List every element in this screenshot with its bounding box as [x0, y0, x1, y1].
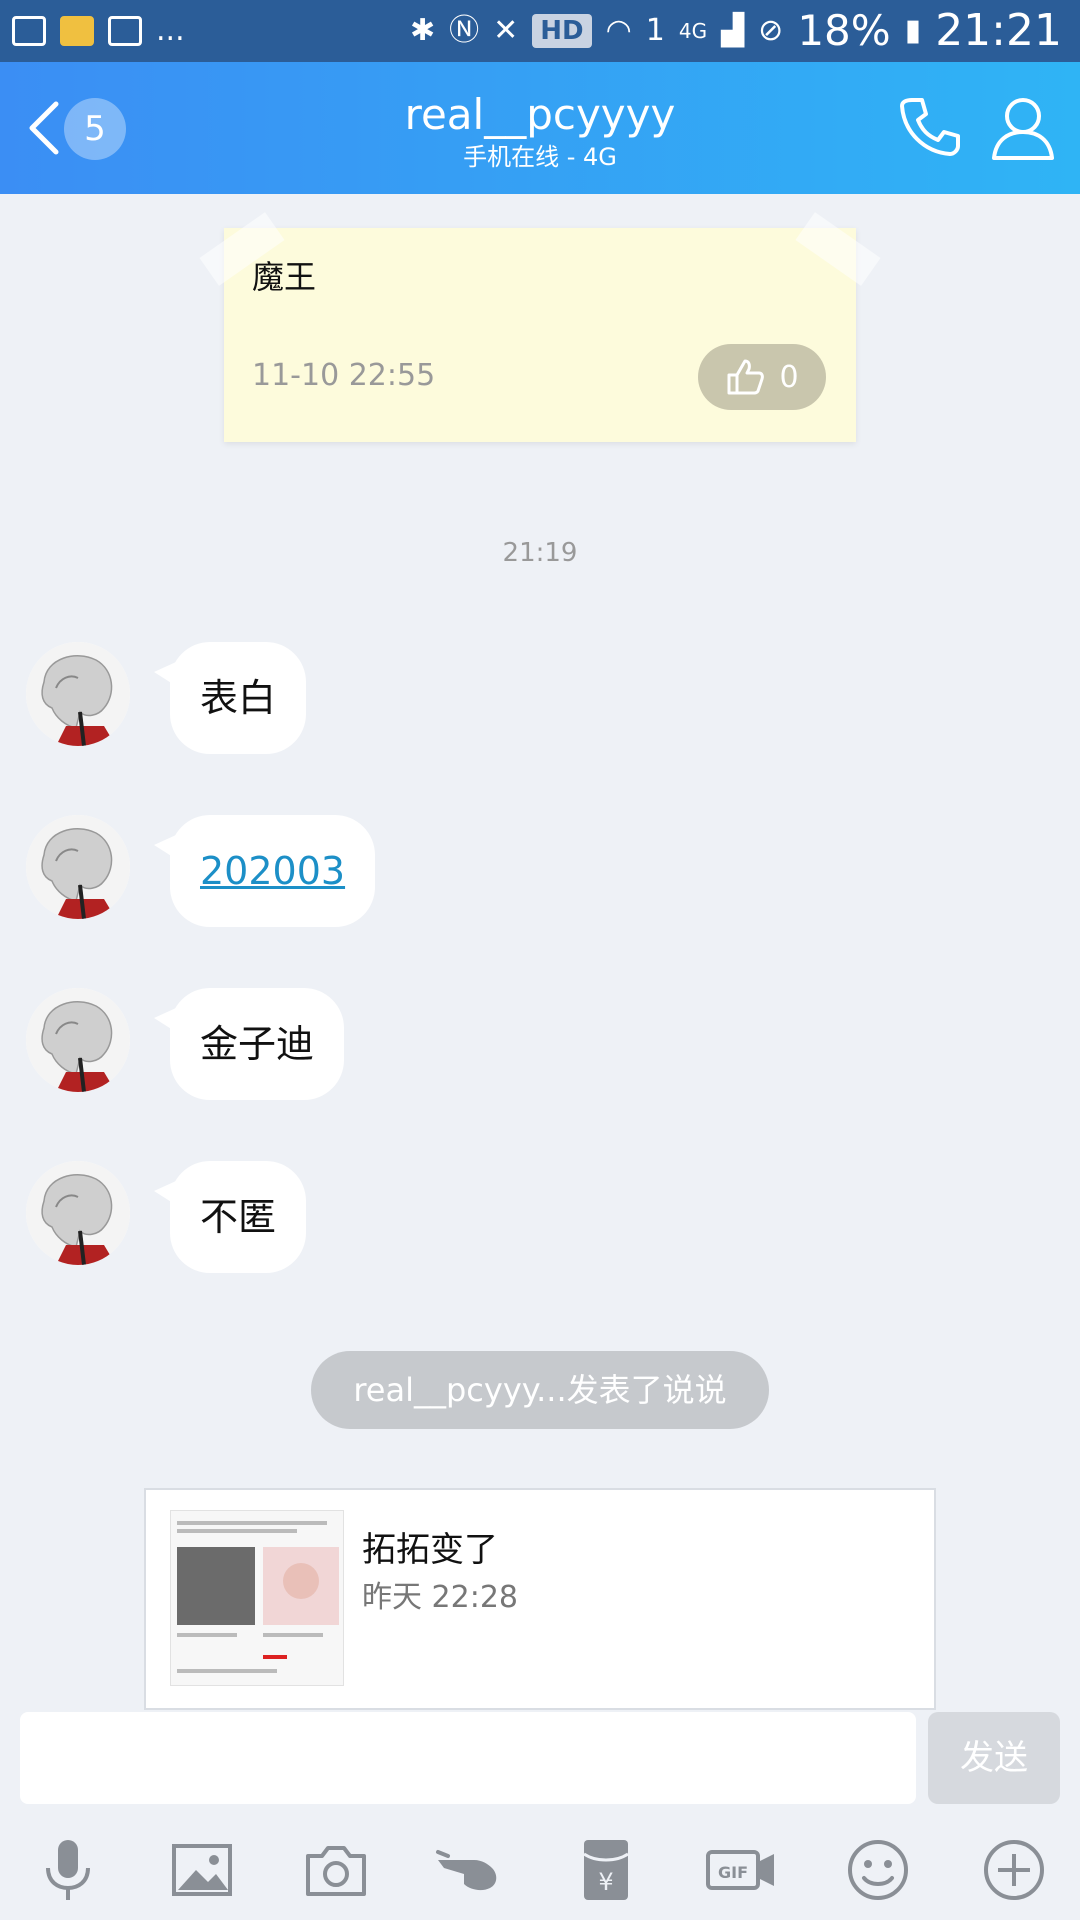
message-link[interactable]: 202003 — [200, 849, 345, 893]
avatar[interactable] — [26, 815, 130, 919]
mail-notification-icon — [108, 16, 142, 46]
nfc-icon: Ⓝ — [449, 13, 480, 48]
phone-call-icon[interactable] — [894, 92, 964, 162]
input-toolbar: ¥ GIF — [0, 1818, 1080, 1920]
status-indicators: ✱ Ⓝ ✕ HD ◠ 1 4G ▟ ⊘ 18% ▮ 21:21 — [410, 6, 1062, 56]
message-input[interactable] — [20, 1712, 916, 1804]
svg-text:¥: ¥ — [598, 1868, 613, 1896]
message-row: 表白 — [0, 636, 1080, 754]
app-notification-icon — [60, 16, 94, 46]
chat-header: 5 real__pcyyyy 手机在线 - 4G — [0, 62, 1080, 194]
status-notifications: ... — [12, 12, 185, 50]
wifi-icon: ◠ — [605, 13, 632, 48]
battery-icon: ▮ — [904, 13, 922, 48]
sim-indicator: 1 — [645, 13, 665, 48]
message-row: 202003 — [0, 809, 1080, 927]
network-type: 4G — [678, 19, 708, 43]
mute-icon: ✕ — [493, 13, 519, 48]
camera-icon[interactable] — [300, 1834, 372, 1906]
message-bubble[interactable]: 202003 — [153, 815, 376, 927]
hd-badge: HD — [532, 14, 592, 48]
emoji-icon[interactable] — [842, 1834, 914, 1906]
svg-text:GIF: GIF — [718, 1863, 748, 1882]
status-bar: ... ✱ Ⓝ ✕ HD ◠ 1 4G ▟ ⊘ 18% ▮ 21:21 — [0, 0, 1080, 62]
gallery-notification-icon — [12, 16, 46, 46]
note-title: 魔王 — [252, 258, 317, 296]
message-row: 不匿 — [0, 1155, 1080, 1273]
post-title: 拓拓变了 — [362, 1530, 498, 1570]
message-bubble[interactable]: 表白 — [153, 642, 307, 754]
thumbs-up-icon — [727, 359, 765, 395]
system-notice[interactable]: real__pcyyy...发表了说说 — [311, 1351, 769, 1429]
gif-icon[interactable]: GIF — [706, 1834, 778, 1906]
red-packet-icon[interactable]: ¥ — [570, 1834, 642, 1906]
more-notifications: ... — [156, 13, 185, 48]
message-bubble[interactable]: 金子迪 — [153, 988, 345, 1100]
like-button[interactable]: 0 — [698, 344, 826, 410]
send-button[interactable]: 发送 — [928, 1712, 1060, 1804]
shared-post-card[interactable]: 拓拓变了 昨天 22:28 — [144, 1488, 936, 1710]
note-time: 11-10 22:55 — [252, 358, 436, 393]
time-divider: 21:19 — [502, 538, 578, 568]
dnd-icon: ⊘ — [758, 13, 784, 48]
avatar[interactable] — [26, 642, 130, 746]
note-card[interactable]: 魔王 11-10 22:55 0 — [199, 212, 881, 442]
profile-icon[interactable] — [988, 92, 1058, 162]
avatar[interactable] — [26, 1161, 130, 1265]
tape-decoration — [795, 212, 881, 286]
message-row: 金子迪 — [0, 982, 1080, 1100]
image-icon[interactable] — [166, 1834, 238, 1906]
post-thumbnail — [170, 1510, 344, 1686]
plus-icon[interactable] — [978, 1834, 1050, 1906]
poke-icon[interactable] — [434, 1834, 506, 1906]
avatar[interactable] — [26, 988, 130, 1092]
microphone-icon[interactable] — [32, 1834, 104, 1906]
bluetooth-icon: ✱ — [409, 13, 436, 48]
post-time: 昨天 22:28 — [362, 1580, 518, 1615]
like-count: 0 — [779, 359, 799, 395]
message-bubble[interactable]: 不匿 — [153, 1161, 307, 1273]
clock: 21:21 — [935, 5, 1062, 56]
signal-icon: ▟ — [721, 13, 745, 48]
battery-percent: 18% — [797, 6, 891, 55]
